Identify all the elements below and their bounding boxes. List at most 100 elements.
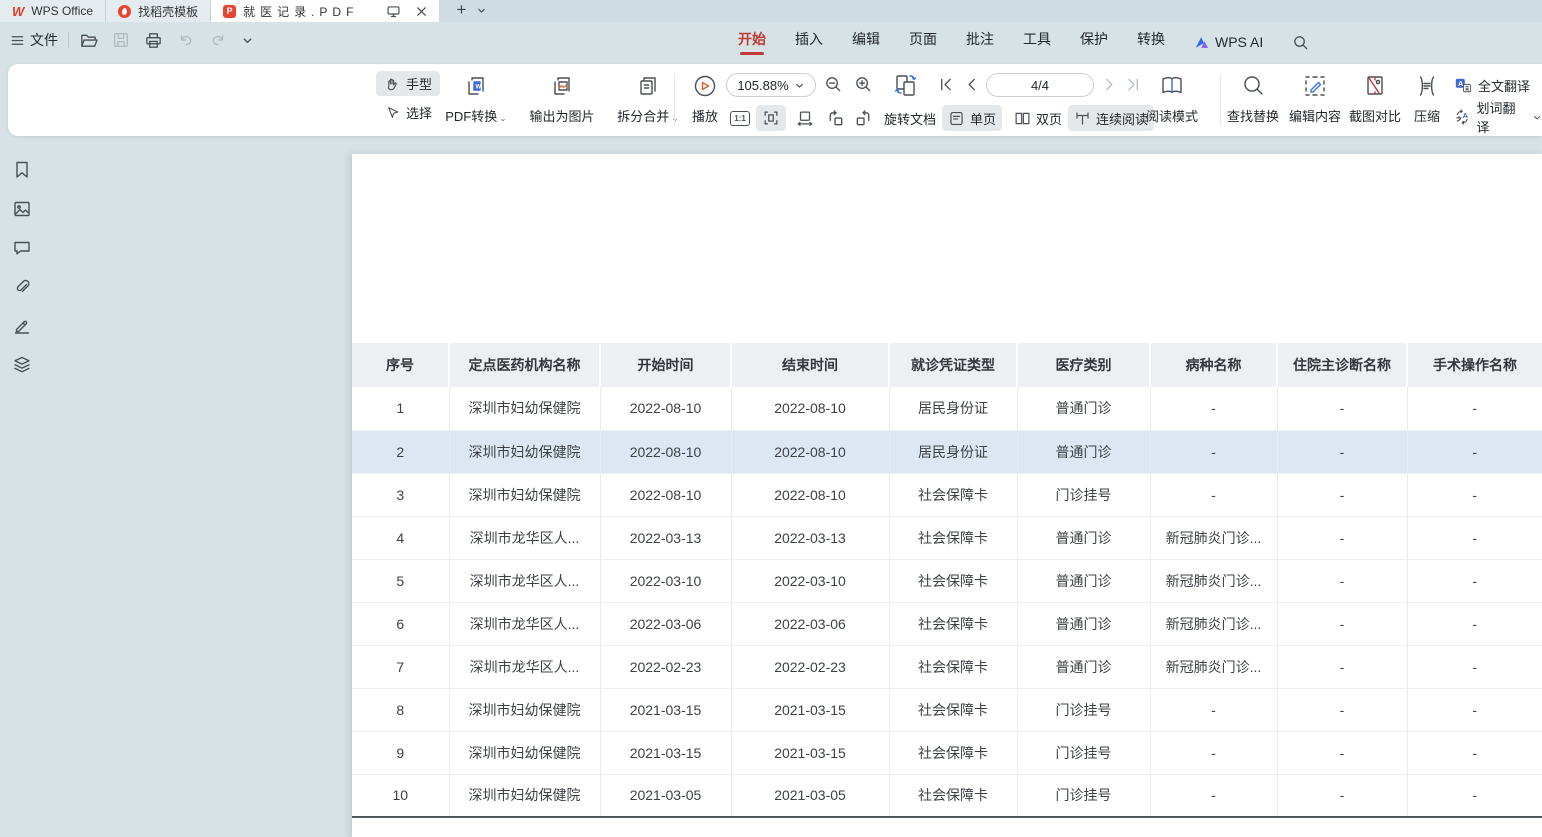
menu-page[interactable]: 页面 — [909, 29, 937, 55]
header-cell: 结束时间 — [731, 343, 889, 387]
menu-protect[interactable]: 保护 — [1080, 29, 1108, 55]
zoom-out-icon[interactable] — [824, 75, 843, 94]
tab-list-chevron-icon[interactable] — [471, 0, 491, 20]
last-page-icon[interactable] — [1126, 77, 1141, 92]
rotate-document-button[interactable]: 旋转文档 — [878, 105, 942, 131]
hamburger-icon — [10, 33, 25, 48]
table-cell: 6 — [352, 602, 449, 645]
fit-page-icon — [796, 109, 814, 127]
file-menu-button[interactable]: 文件 — [10, 30, 58, 50]
comments-icon[interactable] — [12, 238, 32, 258]
compress-button[interactable]: 压缩 — [1406, 70, 1448, 130]
table-cell: 2021-03-05 — [731, 774, 889, 817]
export-as-image-button[interactable]: 输出为图片 — [516, 70, 608, 130]
table-cell: 2 — [352, 430, 449, 473]
find-replace-button[interactable]: 查找替换 — [1222, 70, 1284, 130]
table-cell: 2022-02-23 — [600, 645, 731, 688]
redo-icon[interactable] — [209, 31, 227, 49]
table-cell: 9 — [352, 731, 449, 774]
full-translate-icon: A — [1454, 76, 1472, 94]
table-cell: 2022-03-06 — [600, 602, 731, 645]
play-button[interactable]: 播放 — [682, 70, 728, 130]
wps-ai-logo-icon — [1194, 35, 1210, 50]
close-tab-icon[interactable] — [411, 1, 431, 21]
table-cell: 2022-08-10 — [600, 430, 731, 473]
zoom-in-icon[interactable] — [854, 75, 873, 94]
table-cell: - — [1277, 387, 1407, 430]
split-merge-icon — [635, 73, 661, 99]
layers-icon[interactable] — [12, 355, 32, 375]
table-cell: 深圳市妇幼保健院 — [449, 774, 600, 817]
header-cell: 就诊凭证类型 — [889, 343, 1017, 387]
undo-icon[interactable] — [177, 31, 195, 49]
hand-tool-label: 手型 — [406, 74, 432, 93]
print-icon[interactable] — [144, 31, 163, 50]
page-number-input[interactable]: 4/4 — [986, 73, 1094, 97]
attachments-icon[interactable] — [12, 277, 32, 297]
read-mode-label: 阅读模式 — [1146, 106, 1198, 125]
rotate-right-icon[interactable] — [848, 105, 879, 131]
table-cell: 2021-03-15 — [731, 731, 889, 774]
open-file-icon[interactable] — [79, 31, 98, 50]
menu-convert[interactable]: 转换 — [1137, 29, 1165, 55]
thumbnails-icon[interactable] — [12, 199, 32, 219]
more-actions-chevron-icon[interactable] — [241, 34, 254, 47]
table-header-row: 序号定点医药机构名称开始时间结束时间就诊凭证类型医疗类别病种名称住院主诊断名称手… — [352, 343, 1542, 387]
compress-icon — [1414, 73, 1440, 99]
menu-tools[interactable]: 工具 — [1023, 29, 1051, 55]
table-cell: 2022-08-10 — [731, 430, 889, 473]
word-translate-button[interactable]: A 划词翻译 — [1454, 104, 1542, 130]
single-page-button[interactable]: 单页 — [942, 105, 1002, 131]
full-translate-button[interactable]: A 全文翻译 — [1454, 72, 1542, 98]
zoom-level-select[interactable]: 105.88% — [726, 73, 816, 97]
split-merge-button[interactable]: 拆分合并⌄ — [606, 70, 690, 130]
select-tool-button[interactable]: 选择 — [376, 100, 440, 125]
menu-edit[interactable]: 编辑 — [852, 29, 880, 55]
chevron-down-icon: ⌄ — [499, 113, 507, 123]
first-page-icon[interactable] — [938, 77, 953, 92]
actual-size-button[interactable]: 1:1 — [724, 105, 756, 131]
save-icon[interactable] — [112, 31, 130, 49]
chevron-down-icon: ⌄ — [671, 113, 679, 123]
menu-search-icon[interactable] — [1292, 34, 1309, 51]
enter-desktop-icon[interactable] — [383, 1, 403, 21]
rotate-left-icon[interactable] — [820, 105, 851, 131]
tab-medical-record-pdf[interactable]: P 就医记录.PDF — [211, 0, 439, 22]
table-cell: 深圳市妇幼保健院 — [449, 731, 600, 774]
pdf-convert-icon: W — [463, 73, 489, 99]
new-tab-button[interactable]: + — [451, 0, 471, 20]
table-cell: - — [1407, 559, 1542, 602]
menu-comment[interactable]: 批注 — [966, 29, 994, 55]
translate-group: A 全文翻译 A 划词翻译 — [1454, 72, 1542, 130]
prev-page-icon[interactable] — [964, 77, 979, 92]
play-icon — [692, 73, 718, 99]
table-cell: 新冠肺炎门诊... — [1150, 645, 1277, 688]
fit-page-button[interactable] — [790, 105, 820, 131]
table-cell: 深圳市龙华区人... — [449, 602, 600, 645]
hand-tool-button[interactable]: 手型 — [376, 71, 440, 96]
table-cell: 居民身份证 — [889, 387, 1017, 430]
read-mode-button[interactable]: 阅读模式 — [1140, 70, 1204, 130]
bookmarks-icon[interactable] — [12, 160, 32, 180]
table-cell: 2021-03-15 — [731, 688, 889, 731]
signature-icon[interactable] — [12, 316, 32, 336]
compress-label: 压缩 — [1414, 106, 1440, 125]
page-indicator: 4/4 — [1031, 78, 1049, 93]
menu-insert[interactable]: 插入 — [795, 29, 823, 55]
table-cell: 社会保障卡 — [889, 559, 1017, 602]
rotate-document-label: 旋转文档 — [884, 109, 936, 128]
table-cell: 新冠肺炎门诊... — [1150, 602, 1277, 645]
replace-pages-icon[interactable] — [892, 70, 920, 98]
table-cell: - — [1407, 774, 1542, 817]
tab-docer-templates[interactable]: 找稻壳模板 — [106, 0, 211, 22]
table-cell: 2022-03-10 — [600, 559, 731, 602]
screenshot-compare-button[interactable]: 截图对比 — [1344, 70, 1406, 130]
split-merge-label: 拆分合并 — [617, 109, 669, 124]
pdf-convert-button[interactable]: W PDF转换⌄ — [432, 70, 520, 130]
menu-home[interactable]: 开始 — [738, 29, 766, 55]
tab-wps-office[interactable]: W WPS Office — [0, 0, 106, 22]
fit-width-button[interactable] — [756, 105, 786, 131]
edit-content-button[interactable]: 编辑内容 — [1284, 70, 1346, 130]
next-page-icon[interactable] — [1102, 77, 1117, 92]
wps-ai-button[interactable]: WPS AI — [1194, 34, 1263, 50]
